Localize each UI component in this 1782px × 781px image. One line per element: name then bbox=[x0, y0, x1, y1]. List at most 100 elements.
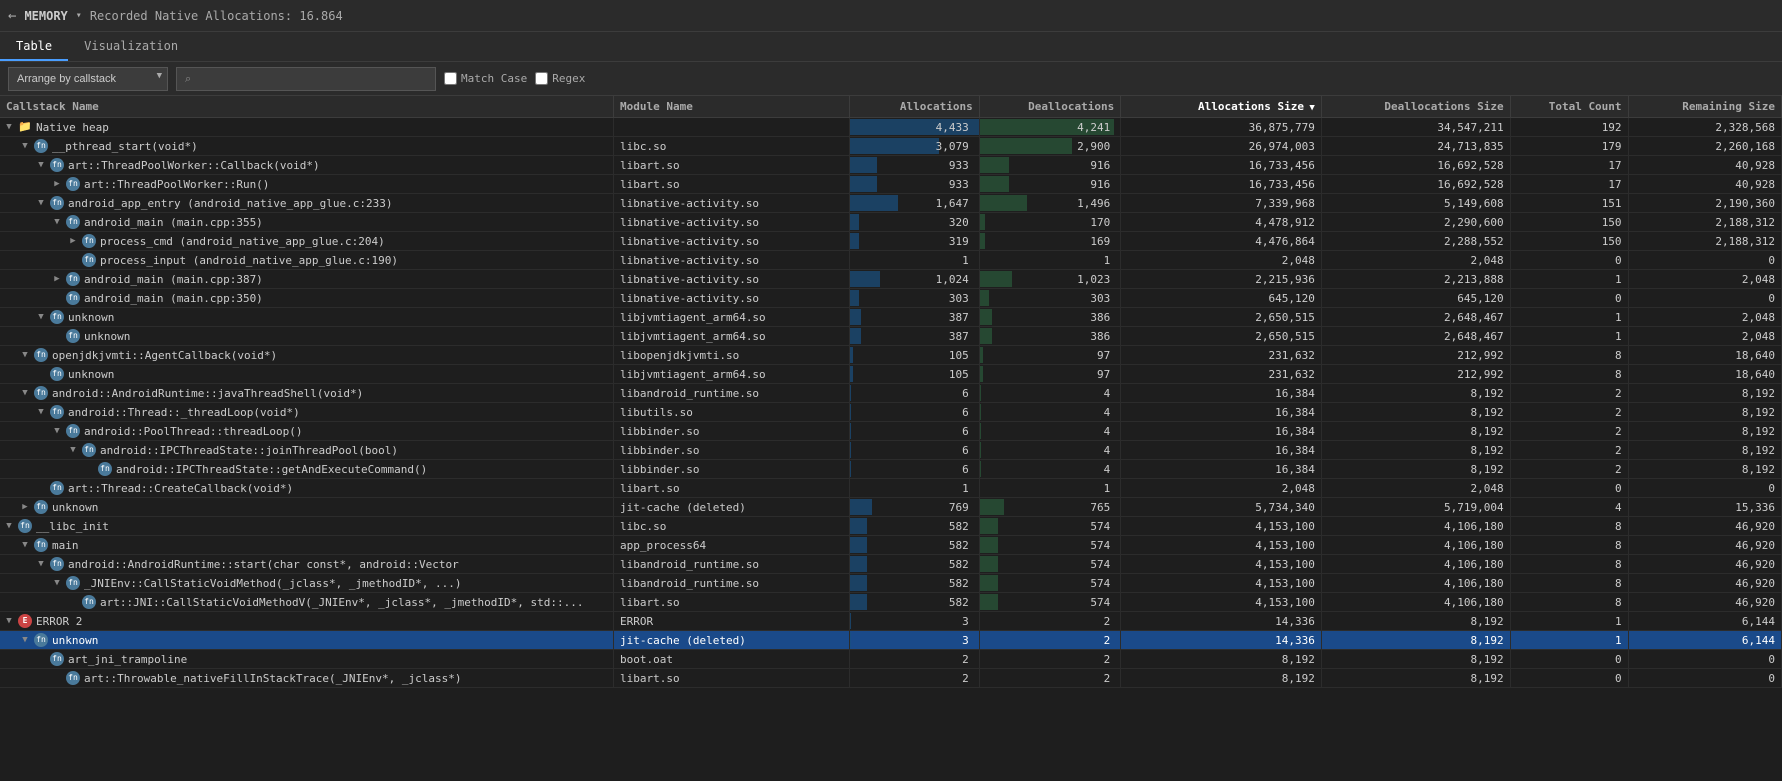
table-row[interactable]: fn unknown libjvmtiagent_arm64.so 387 38… bbox=[0, 327, 1782, 346]
expand-icon[interactable]: ▼ bbox=[36, 198, 46, 208]
expand-icon[interactable]: ▼ bbox=[4, 616, 14, 626]
regex-checkbox[interactable] bbox=[535, 72, 548, 85]
expand-icon[interactable]: ▶ bbox=[68, 236, 78, 246]
expand-icon[interactable]: ▼ bbox=[20, 388, 30, 398]
expand-icon[interactable]: ▼ bbox=[20, 635, 30, 645]
table-row[interactable]: ▼ fn android::IPCThreadState::joinThread… bbox=[0, 441, 1782, 460]
table-row[interactable]: ▼ fn main app_process64 582 574 4,153,10… bbox=[0, 536, 1782, 555]
table-row[interactable]: fn unknown libjvmtiagent_arm64.so 105 97… bbox=[0, 365, 1782, 384]
col-alloc-size[interactable]: Allocations Size bbox=[1121, 96, 1322, 118]
table-row[interactable]: ▼ fn unknown libjvmtiagent_arm64.so 387 … bbox=[0, 308, 1782, 327]
node-icon: fn bbox=[82, 595, 96, 609]
table-row[interactable]: ▼ 📁 Native heap 4,433 4,241 36,875,779 3… bbox=[0, 118, 1782, 137]
node-icon: fn bbox=[50, 367, 64, 381]
tab-table[interactable]: Table bbox=[0, 32, 68, 61]
module-cell: ERROR bbox=[613, 612, 849, 631]
table-row[interactable]: ▼ fn art::ThreadPoolWorker::Callback(voi… bbox=[0, 156, 1782, 175]
table-row[interactable]: fn art::Throwable_nativeFillInStackTrace… bbox=[0, 669, 1782, 688]
alloc-size-cell: 4,153,100 bbox=[1121, 574, 1322, 593]
total-count-cell: 179 bbox=[1510, 137, 1628, 156]
expand-icon[interactable]: ▼ bbox=[52, 578, 62, 588]
callstack-cell: ▼ fn main bbox=[0, 536, 613, 555]
col-remaining-size[interactable]: Remaining Size bbox=[1628, 96, 1781, 118]
table-row[interactable]: ▼ E ERROR 2 ERROR 3 2 14,336 8,192 1 6,1… bbox=[0, 612, 1782, 631]
expand-icon[interactable]: ▶ bbox=[20, 502, 30, 512]
col-dealloc-size[interactable]: Deallocations Size bbox=[1321, 96, 1510, 118]
alloc-size-cell: 2,650,515 bbox=[1121, 308, 1322, 327]
app-dropdown-icon[interactable]: ▾ bbox=[76, 10, 82, 21]
callstack-name: art::Throwable_nativeFillInStackTrace(_J… bbox=[84, 672, 462, 685]
alloc-size-cell: 16,384 bbox=[1121, 441, 1322, 460]
remaining-size-cell: 0 bbox=[1628, 479, 1781, 498]
expand-icon[interactable]: ▼ bbox=[52, 426, 62, 436]
col-total-count[interactable]: Total Count bbox=[1510, 96, 1628, 118]
table-row[interactable]: fn android::IPCThreadState::getAndExecut… bbox=[0, 460, 1782, 479]
table-row[interactable]: ▼ fn __pthread_start(void*) libc.so 3,07… bbox=[0, 137, 1782, 156]
regex-label[interactable]: Regex bbox=[535, 72, 585, 85]
expand-icon[interactable]: ▼ bbox=[36, 312, 46, 322]
table-row[interactable]: ▼ fn android_app_entry (android_native_a… bbox=[0, 194, 1782, 213]
table-row[interactable]: ▼ fn android::AndroidRuntime::javaThread… bbox=[0, 384, 1782, 403]
alloc-size-cell: 4,478,912 bbox=[1121, 213, 1322, 232]
remaining-size-cell: 0 bbox=[1628, 251, 1781, 270]
table-row[interactable]: ▼ fn android::PoolThread::threadLoop() l… bbox=[0, 422, 1782, 441]
expand-icon[interactable]: ▼ bbox=[36, 559, 46, 569]
expand-icon[interactable]: ▶ bbox=[52, 179, 62, 189]
dealloc-size-cell: 5,149,608 bbox=[1321, 194, 1510, 213]
expand-icon bbox=[36, 483, 46, 493]
module-cell: app_process64 bbox=[613, 536, 849, 555]
table-row[interactable]: ▶ fn process_cmd (android_native_app_glu… bbox=[0, 232, 1782, 251]
callstack-name: android_main (main.cpp:355) bbox=[84, 216, 263, 229]
callstack-name: android::IPCThreadState::getAndExecuteCo… bbox=[116, 463, 427, 476]
match-case-label[interactable]: Match Case bbox=[444, 72, 527, 85]
table-row[interactable]: fn android_main (main.cpp:350) libnative… bbox=[0, 289, 1782, 308]
table-row[interactable]: ▼ fn _JNIEnv::CallStaticVoidMethod(_jcla… bbox=[0, 574, 1782, 593]
table-row[interactable]: ▶ fn art::ThreadPoolWorker::Run() libart… bbox=[0, 175, 1782, 194]
table-row[interactable]: ▼ fn unknown jit-cache (deleted) 3 2 14,… bbox=[0, 631, 1782, 650]
alloc-size-cell: 2,048 bbox=[1121, 251, 1322, 270]
col-callstack[interactable]: Callstack Name bbox=[0, 96, 613, 118]
expand-icon[interactable]: ▼ bbox=[36, 160, 46, 170]
table-row[interactable]: ▼ fn android::AndroidRuntime::start(char… bbox=[0, 555, 1782, 574]
match-case-checkbox[interactable] bbox=[444, 72, 457, 85]
table-row[interactable]: ▼ fn android_main (main.cpp:355) libnati… bbox=[0, 213, 1782, 232]
table-row[interactable]: fn art_jni_trampoline boot.oat 2 2 8,192… bbox=[0, 650, 1782, 669]
search-input[interactable] bbox=[176, 67, 436, 91]
expand-icon[interactable]: ▼ bbox=[68, 445, 78, 455]
dealloc-size-cell: 212,992 bbox=[1321, 365, 1510, 384]
dealloc-size-cell: 16,692,528 bbox=[1321, 156, 1510, 175]
alloc-size-cell: 16,384 bbox=[1121, 384, 1322, 403]
dealloc-cell: 2,900 bbox=[979, 137, 1121, 156]
module-cell: libnative-activity.so bbox=[613, 213, 849, 232]
table-row[interactable]: ▼ fn __libc_init libc.so 582 574 4,153,1… bbox=[0, 517, 1782, 536]
total-count-cell: 1 bbox=[1510, 612, 1628, 631]
expand-icon[interactable]: ▼ bbox=[20, 350, 30, 360]
expand-icon[interactable]: ▼ bbox=[4, 122, 14, 132]
col-module[interactable]: Module Name bbox=[613, 96, 849, 118]
alloc-cell: 6 bbox=[849, 460, 979, 479]
dealloc-size-cell: 4,106,180 bbox=[1321, 555, 1510, 574]
dealloc-size-cell: 2,213,888 bbox=[1321, 270, 1510, 289]
col-allocations[interactable]: Allocations bbox=[849, 96, 979, 118]
node-icon: fn bbox=[66, 576, 80, 590]
alloc-size-cell: 26,974,003 bbox=[1121, 137, 1322, 156]
tab-visualization[interactable]: Visualization bbox=[68, 32, 194, 61]
back-button[interactable]: ← bbox=[8, 8, 16, 24]
expand-icon[interactable]: ▶ bbox=[52, 274, 62, 284]
table-row[interactable]: fn art::Thread::CreateCallback(void*) li… bbox=[0, 479, 1782, 498]
remaining-size-cell: 0 bbox=[1628, 650, 1781, 669]
table-row[interactable]: ▶ fn android_main (main.cpp:387) libnati… bbox=[0, 270, 1782, 289]
arrange-select[interactable]: Arrange by callstack bbox=[8, 67, 168, 91]
expand-icon[interactable]: ▼ bbox=[52, 217, 62, 227]
table-row[interactable]: ▼ fn openjdkjvmti::AgentCallback(void*) … bbox=[0, 346, 1782, 365]
col-deallocations[interactable]: Deallocations bbox=[979, 96, 1121, 118]
table-row[interactable]: ▶ fn unknown jit-cache (deleted) 769 765… bbox=[0, 498, 1782, 517]
expand-icon[interactable]: ▼ bbox=[20, 540, 30, 550]
expand-icon[interactable]: ▼ bbox=[20, 141, 30, 151]
table-row[interactable]: fn art::JNI::CallStaticVoidMethodV(_JNIE… bbox=[0, 593, 1782, 612]
expand-icon[interactable]: ▼ bbox=[36, 407, 46, 417]
table-row[interactable]: fn process_input (android_native_app_glu… bbox=[0, 251, 1782, 270]
expand-icon[interactable]: ▼ bbox=[4, 521, 14, 531]
table-row[interactable]: ▼ fn android::Thread::_threadLoop(void*)… bbox=[0, 403, 1782, 422]
dealloc-size-cell: 2,048 bbox=[1321, 251, 1510, 270]
